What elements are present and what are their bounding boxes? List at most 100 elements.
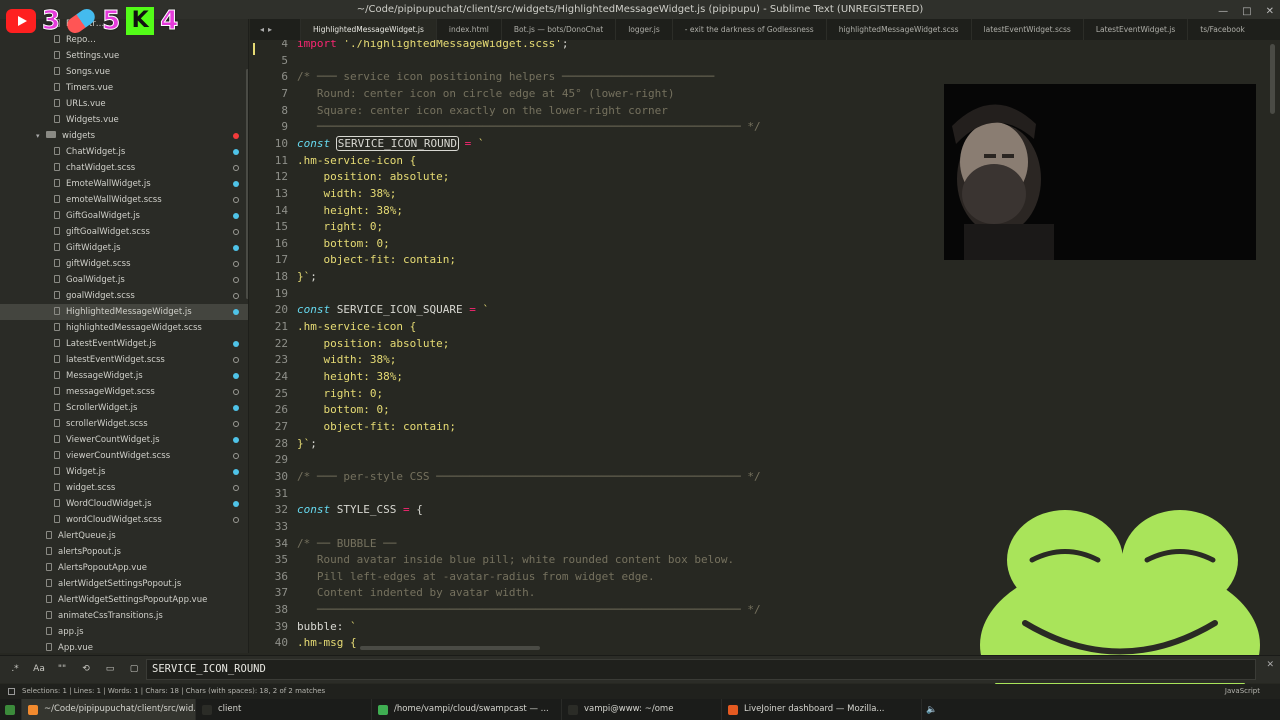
window-app-icon	[202, 704, 212, 715]
taskbar-window[interactable]: client	[196, 699, 372, 720]
sidebar-item[interactable]: MessageWidget.js	[0, 368, 248, 384]
whole-word-toggle[interactable]: ""	[54, 661, 70, 677]
line-number: 10	[274, 136, 288, 150]
wrap-toggle-icon[interactable]: ⟲	[78, 661, 94, 677]
sidebar-item[interactable]: EmoteWallWidget.js	[0, 176, 248, 192]
sidebar-item[interactable]: Songs.vue	[0, 64, 248, 80]
sidebar-item[interactable]: GiftGoalWidget.js	[0, 208, 248, 224]
sidebar-item[interactable]: latestEventWidget.scss	[0, 352, 248, 368]
taskbar-window[interactable]: /home/vampi/cloud/swampcast — ...	[372, 699, 562, 720]
in-selection-icon[interactable]: ▭	[102, 661, 118, 677]
tab[interactable]: highlightedMessageWidget.scss	[825, 19, 971, 40]
stream-overlay-counters: 3 5 K 4	[6, 6, 179, 37]
highlight-matches-icon[interactable]: ▢	[126, 661, 142, 677]
sidebar-item[interactable]: ChatWidget.js	[0, 144, 248, 160]
sidebar-item[interactable]: Timers.vue	[0, 80, 248, 96]
sidebar-item[interactable]: HighlightedMessageWidget.js	[0, 304, 248, 320]
find-input[interactable]: SERVICE_ICON_ROUND	[146, 659, 1256, 680]
sidebar-item[interactable]: alertWidgetSettingsPopout.js	[0, 576, 248, 592]
sublime-icon	[5, 704, 15, 715]
sidebar-item[interactable]: ▾ widgets	[0, 128, 248, 144]
file-icon	[54, 370, 60, 379]
file-icon	[54, 194, 60, 203]
code-token: const	[297, 503, 337, 517]
tab[interactable]: HighlightedMessageWidget.js	[300, 19, 436, 40]
sidebar-item[interactable]: WordCloudWidget.js	[0, 496, 248, 512]
sidebar-item[interactable]: GoalWidget.js	[0, 272, 248, 288]
tab[interactable]: LatestEventWidget.js	[1082, 19, 1187, 40]
sidebar-item[interactable]: goalWidget.scss	[0, 288, 248, 304]
code-token: .hm-service-icon {	[297, 153, 417, 167]
sidebar-item[interactable]: Settings.vue	[0, 48, 248, 64]
sidebar-item[interactable]: Widget.js	[0, 464, 248, 480]
folder-caret-icon[interactable]: ▾	[36, 128, 46, 144]
file-status-icon	[233, 389, 239, 395]
sidebar-item[interactable]: scrollerWidget.scss	[0, 416, 248, 432]
sidebar-item[interactable]: giftWidget.scss	[0, 256, 248, 272]
sidebar-item[interactable]: giftGoalWidget.scss	[0, 224, 248, 240]
code-text: const STYLE_CSS = {	[297, 502, 423, 519]
sidebar-item[interactable]: highlightedMessageWidget.scss	[0, 320, 248, 336]
webcam-person-image	[944, 84, 1256, 260]
sidebar-item[interactable]: AlertsPopoutApp.vue	[0, 560, 248, 576]
tab[interactable]: index.html	[435, 19, 501, 40]
sidebar-item-label: goalWidget.scss	[66, 291, 135, 301]
sidebar-item-label: highlightedMessageWidget.scss	[66, 323, 202, 333]
sidebar-item[interactable]: Widgets.vue	[0, 112, 248, 128]
tab[interactable]: - exit the darkness of Godlessness	[671, 19, 826, 40]
code-text: height: 38%;	[297, 203, 402, 220]
selected-match: SERVICE_ICON_ROUND	[335, 135, 459, 151]
sidebar-item[interactable]: animateCssTransitions.js	[0, 608, 248, 624]
file-icon	[54, 418, 60, 427]
code-token: =	[396, 503, 417, 517]
tab[interactable]: latestEventWidget.scss	[970, 19, 1083, 40]
code-text: /* ── BUBBLE ──	[297, 536, 396, 553]
sidebar-item[interactable]: emoteWallWidget.scss	[0, 192, 248, 208]
sidebar-item[interactable]: ScrollerWidget.js	[0, 400, 248, 416]
tab[interactable]: logger.js	[615, 19, 672, 40]
code-token: position: absolute;	[297, 336, 450, 350]
find-close-icon[interactable]: ✕	[1266, 660, 1274, 670]
sidebar-item[interactable]: viewerCountWidget.scss	[0, 448, 248, 464]
case-sensitive-toggle[interactable]: Aa	[30, 661, 48, 677]
sidebar-item[interactable]: app.js	[0, 624, 248, 640]
file-icon	[46, 562, 52, 571]
sidebar-item[interactable]: LatestEventWidget.js	[0, 336, 248, 352]
sidebar-item[interactable]: chatWidget.scss	[0, 160, 248, 176]
code-token: right: 0;	[297, 220, 384, 234]
editor-vertical-scrollbar[interactable]	[1270, 44, 1275, 114]
line-number: 28	[274, 436, 288, 450]
sidebar-item[interactable]: App.vue	[0, 640, 248, 653]
tab-nav-arrows-icon[interactable]: ◂▸	[250, 25, 300, 34]
line-number: 8	[281, 103, 288, 117]
regex-toggle[interactable]: .*	[8, 661, 22, 677]
sidebar-item[interactable]: ViewerCountWidget.js	[0, 432, 248, 448]
sidebar-item[interactable]: messageWidget.scss	[0, 384, 248, 400]
sidebar-item[interactable]: GiftWidget.js	[0, 240, 248, 256]
tab[interactable]: ts/Facebook	[1187, 19, 1257, 40]
code-line: 25 right: 0;	[250, 386, 1270, 403]
sidebar-item[interactable]: widget.scss	[0, 480, 248, 496]
panel-toggle-icon[interactable]	[8, 688, 15, 695]
sidebar-item[interactable]: URLs.vue	[0, 96, 248, 112]
taskbar-window[interactable]: ~/Code/pipipupuchat/client/src/wid...	[22, 699, 196, 720]
code-line: 27 object-fit: contain;	[250, 419, 1270, 436]
editor-horizontal-scrollbar[interactable]	[360, 646, 540, 650]
sidebar-item[interactable]: AlertQueue.js	[0, 528, 248, 544]
volume-icon[interactable]: 🔈	[926, 705, 937, 715]
taskbar-window[interactable]: LiveJoiner dashboard — Mozilla...	[722, 699, 922, 720]
file-icon	[54, 386, 60, 395]
code-line: 22 position: absolute;	[250, 336, 1270, 353]
file-icon	[54, 114, 60, 123]
tab[interactable]: Bot.js — bots/DonoChat	[500, 19, 615, 40]
line-number: 16	[274, 236, 288, 250]
line-number: 31	[274, 486, 288, 500]
code-token: =	[462, 303, 483, 317]
taskbar-window[interactable]: vampi@www: ~/ome	[562, 699, 722, 720]
status-syntax[interactable]: JavaScript	[1225, 684, 1260, 699]
app-menu-icon[interactable]	[0, 699, 22, 720]
sidebar-item[interactable]: alertsPopout.js	[0, 544, 248, 560]
sidebar-item[interactable]: AlertWidgetSettingsPopoutApp.vue	[0, 592, 248, 608]
file-status-icon	[233, 517, 239, 523]
sidebar-item[interactable]: wordCloudWidget.scss	[0, 512, 248, 528]
